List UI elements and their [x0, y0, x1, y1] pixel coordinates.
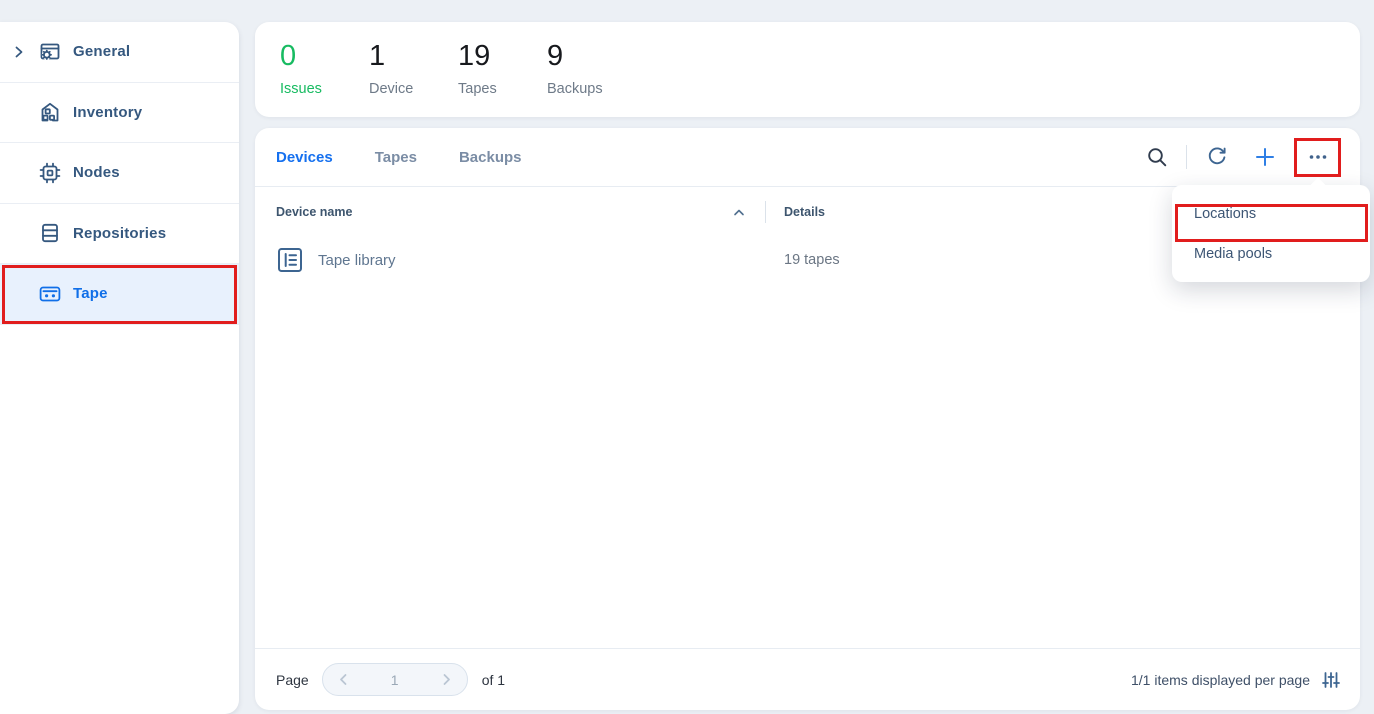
sidebar-item-label: General: [73, 43, 130, 60]
repository-stack-icon: [38, 221, 62, 245]
menu-item-media-pools[interactable]: Media pools: [1172, 234, 1370, 274]
toolbar: [1145, 141, 1338, 174]
stat-tapes: 19 Tapes: [458, 42, 547, 97]
stat-value: 0: [280, 42, 369, 71]
panel-header: Devices Tapes Backups: [255, 128, 1360, 187]
refresh-icon[interactable]: [1205, 145, 1229, 169]
page-control: 1: [322, 663, 468, 696]
sidebar-item-inventory[interactable]: Inventory: [0, 83, 239, 144]
sidebar-item-label: Tape: [73, 285, 108, 302]
stat-label: Tapes: [458, 81, 547, 97]
page-label: Page: [276, 672, 309, 688]
sidebar-item-label: Repositories: [73, 225, 166, 242]
stat-value: 9: [547, 42, 636, 71]
more-options-button[interactable]: [1297, 141, 1338, 174]
add-icon[interactable]: [1253, 145, 1277, 169]
stat-issues: 0 Issues: [280, 42, 369, 97]
more-options-menu: Locations Media pools: [1172, 185, 1370, 282]
sidebar-item-general[interactable]: General: [0, 22, 239, 83]
toolbar-divider: [1186, 145, 1187, 169]
inventory-house-icon: [38, 100, 62, 124]
tape-library-icon: [277, 247, 303, 273]
stat-value: 19: [458, 42, 547, 71]
stat-label: Issues: [280, 81, 369, 97]
column-divider: [765, 201, 766, 223]
stat-backups: 9 Backups: [547, 42, 636, 97]
stat-value: 1: [369, 42, 458, 71]
chevron-right-icon[interactable]: [13, 46, 25, 58]
stat-device: 1 Device: [369, 42, 458, 97]
search-icon[interactable]: [1145, 145, 1169, 169]
column-header-device-name[interactable]: Device name: [276, 205, 352, 219]
menu-item-locations[interactable]: Locations: [1172, 194, 1370, 234]
sidebar-item-repositories[interactable]: Repositories: [0, 204, 239, 265]
sidebar-item-nodes[interactable]: Nodes: [0, 143, 239, 204]
sidebar-item-label: Nodes: [73, 164, 120, 181]
window-gear-icon: [38, 40, 62, 64]
previous-page-icon[interactable]: [336, 672, 351, 687]
tab-bar: Devices Tapes Backups: [276, 149, 522, 166]
sidebar-item-tape[interactable]: Tape: [0, 264, 239, 325]
tape-cassette-icon: [38, 282, 62, 306]
page-total-label: of 1: [482, 672, 505, 688]
sidebar-item-label: Inventory: [73, 104, 142, 121]
stat-label: Backups: [547, 81, 636, 97]
summary-stats-card: 0 Issues 1 Device 19 Tapes 9 Backups: [255, 22, 1360, 117]
sidebar: General Inventory: [0, 22, 239, 714]
display-settings-sliders-icon[interactable]: [1322, 671, 1340, 689]
cpu-chip-icon: [38, 161, 62, 185]
tab-tapes[interactable]: Tapes: [375, 149, 417, 166]
items-per-page-label: 1/1 items displayed per page: [1131, 672, 1310, 688]
app-window: General Inventory: [0, 0, 1374, 714]
device-name-cell: Tape library: [318, 252, 396, 269]
pagination-footer: Page 1 of 1 1/1 items displayed per page: [255, 648, 1360, 710]
page-number-field[interactable]: 1: [391, 672, 399, 688]
menu-item-label: Media pools: [1194, 246, 1272, 262]
stat-label: Device: [369, 81, 458, 97]
sort-ascending-icon[interactable]: [732, 208, 746, 217]
menu-item-label: Locations: [1194, 206, 1256, 222]
tab-devices[interactable]: Devices: [276, 149, 333, 166]
tab-backups[interactable]: Backups: [459, 149, 522, 166]
next-page-icon[interactable]: [439, 672, 454, 687]
